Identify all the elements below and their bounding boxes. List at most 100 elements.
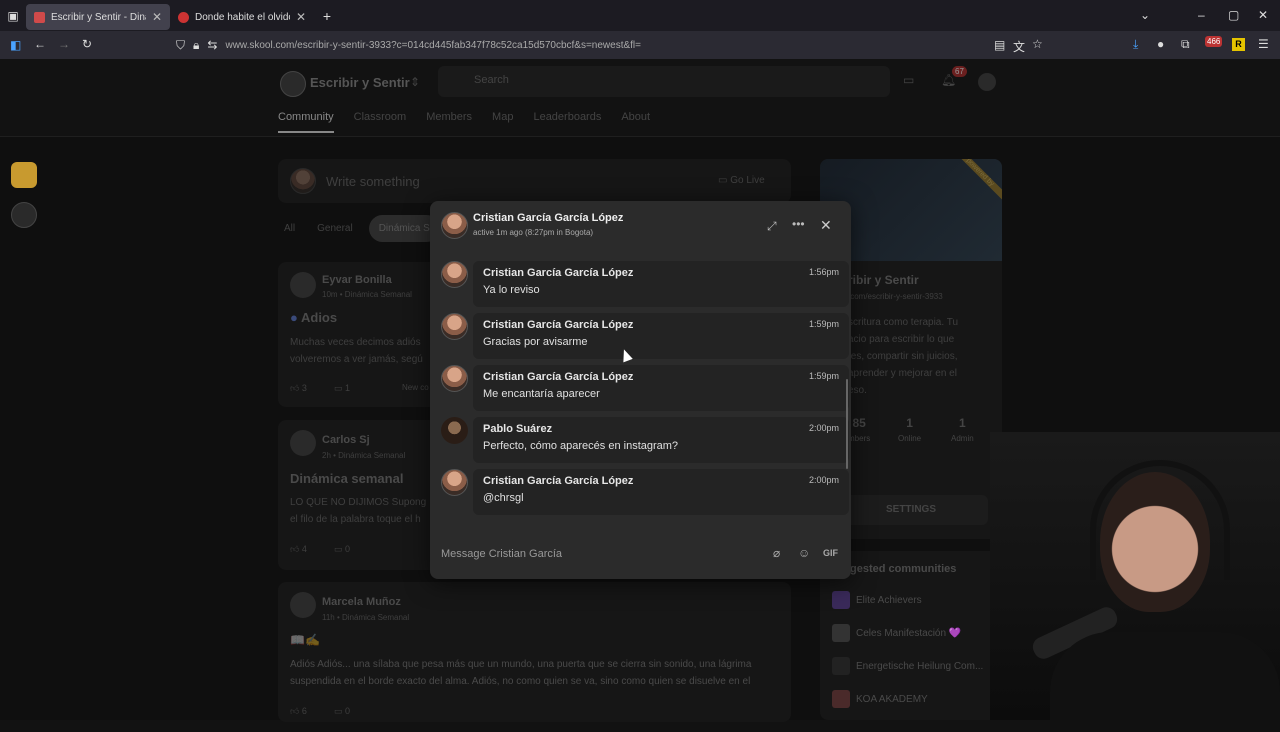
forward-icon[interactable]: → bbox=[58, 37, 70, 51]
menu-icon[interactable]: ☰ bbox=[1258, 37, 1269, 51]
tab-poema[interactable]: Donde habite el olvido - Poema ✕ bbox=[170, 4, 314, 30]
maximize-icon[interactable]: ▢ bbox=[1228, 8, 1239, 22]
extension-badge[interactable]: 466 bbox=[1205, 36, 1223, 47]
post-avatar[interactable] bbox=[290, 592, 316, 618]
community-name[interactable]: Escribir y Sentir bbox=[310, 75, 410, 90]
suggested-name: KOA AKADEMY bbox=[856, 693, 928, 705]
url-bar[interactable]: ⛉ 🔒︎ ⇆ www.skool.com/escribir-y-sentir-3… bbox=[176, 34, 1056, 56]
stat-members[interactable]: 85 mbers bbox=[848, 416, 870, 443]
sidebar-url[interactable]: .com/escribir-y-sentir-3933 bbox=[848, 292, 943, 301]
account-icon[interactable]: ● bbox=[1157, 37, 1164, 51]
like-button[interactable]: 👍︎ 4 bbox=[290, 544, 307, 555]
post-avatar[interactable] bbox=[290, 430, 316, 456]
bookmark-star-icon[interactable]: ☆ bbox=[1032, 37, 1043, 51]
extensions-icon[interactable]: ⧉ bbox=[1181, 37, 1190, 52]
message-time: 1:56pm bbox=[808, 267, 839, 277]
chat-user-name[interactable]: Cristian García García López bbox=[473, 212, 623, 224]
post-author[interactable]: Eyvar Bonilla bbox=[322, 274, 392, 286]
tab-about[interactable]: About bbox=[621, 111, 650, 133]
close-tab-icon[interactable]: ✕ bbox=[296, 10, 306, 24]
download-icon[interactable]: ⤓ bbox=[1133, 37, 1138, 52]
post-author[interactable]: Marcela Muñoz bbox=[322, 596, 401, 608]
message-avatar[interactable] bbox=[441, 313, 468, 340]
sidebar-description: scritura como terapia. Tu acio para escr… bbox=[848, 314, 958, 399]
message-avatar[interactable] bbox=[441, 261, 468, 288]
switch-community-icon[interactable]: ⇕ bbox=[410, 75, 420, 89]
message-author[interactable]: Cristian García García López bbox=[483, 371, 839, 383]
tab-list-icon[interactable]: ▣ bbox=[0, 9, 26, 23]
tab-members[interactable]: Members bbox=[426, 111, 472, 133]
message-author[interactable]: Cristian García García López bbox=[483, 319, 839, 331]
attachment-icon[interactable]: ⌀ bbox=[773, 546, 780, 560]
filter-general[interactable]: General bbox=[311, 215, 359, 242]
message-author[interactable]: Cristian García García López bbox=[483, 475, 839, 487]
browser-tab-bar: ▣ Escribir y Sentir - Dinámica Semanal ✕… bbox=[0, 0, 1280, 31]
close-tab-icon[interactable]: ✕ bbox=[152, 10, 162, 24]
close-window-icon[interactable]: ✕ bbox=[1258, 8, 1268, 22]
message-avatar[interactable] bbox=[441, 469, 468, 496]
new-tab-icon[interactable]: + bbox=[314, 8, 340, 24]
tab-community[interactable]: Community bbox=[278, 111, 334, 133]
url-text[interactable]: www.skool.com/escribir-y-sentir-3933?c=0… bbox=[225, 40, 641, 51]
back-icon[interactable]: ← bbox=[34, 37, 46, 51]
close-icon[interactable]: ✕ bbox=[820, 217, 832, 234]
community-switcher-2[interactable] bbox=[11, 202, 37, 228]
message-avatar[interactable] bbox=[441, 417, 468, 444]
emoji-icon[interactable]: ☺ bbox=[798, 546, 810, 560]
post-composer[interactable]: Write something ▭ Go Live bbox=[278, 159, 791, 203]
post-title[interactable]: Dinámica semanal bbox=[290, 471, 403, 486]
tab-skool[interactable]: Escribir y Sentir - Dinámica Semanal ✕ bbox=[26, 4, 170, 30]
suggested-item[interactable]: Elite Achievers bbox=[832, 591, 922, 609]
settings-button[interactable]: SETTINGS bbox=[834, 495, 988, 525]
comment-count: 0 bbox=[345, 706, 351, 716]
post-card[interactable]: Marcela Muñoz 11h • Dinámica Semanal 📖✍ … bbox=[278, 582, 791, 722]
more-options-icon[interactable]: ••• bbox=[792, 217, 805, 231]
community-thumb-icon bbox=[832, 624, 850, 642]
message-text: Me encantaría aparecer bbox=[483, 388, 600, 400]
message-avatar[interactable] bbox=[441, 365, 468, 392]
suggested-item[interactable]: KOA AKADEMY bbox=[832, 690, 928, 708]
suggested-name: Celes Manifestación 💜 bbox=[856, 627, 962, 639]
message-author[interactable]: Cristian García García López bbox=[483, 267, 839, 279]
chat-user-avatar[interactable] bbox=[441, 212, 468, 239]
community-switcher-1[interactable] bbox=[11, 162, 37, 188]
community-logo[interactable] bbox=[280, 71, 306, 97]
stat-admin[interactable]: 1 Admin bbox=[951, 416, 974, 443]
expand-icon[interactable]: ⤢ bbox=[767, 219, 777, 234]
sidebar-icon[interactable]: ◧ bbox=[10, 38, 21, 52]
scrollbar[interactable] bbox=[846, 379, 848, 469]
comment-button[interactable]: ▭ 1 bbox=[334, 383, 350, 394]
chat-icon[interactable]: ▭ bbox=[903, 73, 914, 87]
message-item: Pablo Suárez Perfecto, cómo aparecés en … bbox=[441, 417, 849, 463]
user-avatar[interactable] bbox=[978, 73, 996, 91]
stat-online[interactable]: 1 Online bbox=[898, 416, 921, 443]
tab-map[interactable]: Map bbox=[492, 111, 513, 133]
translate-icon[interactable]: 文 bbox=[1013, 38, 1025, 55]
message-list[interactable]: Cristian García García López Ya lo revis… bbox=[430, 249, 851, 531]
filter-all[interactable]: All bbox=[278, 215, 301, 242]
shield-icon[interactable]: ⛉ bbox=[176, 38, 185, 53]
comment-button[interactable]: ▭ 0 bbox=[334, 544, 350, 555]
comment-button[interactable]: ▭ 0 bbox=[334, 706, 350, 717]
minimize-icon[interactable]: – bbox=[1198, 8, 1205, 22]
desc-line: aprender y mejorar en el bbox=[848, 368, 957, 379]
like-button[interactable]: 👍︎ 6 bbox=[290, 706, 307, 717]
tab-leaderboards[interactable]: Leaderboards bbox=[533, 111, 601, 133]
post-title[interactable]: ● Adios bbox=[290, 310, 337, 325]
gif-button[interactable]: GIF bbox=[823, 548, 838, 558]
extension-r-icon[interactable]: R bbox=[1232, 38, 1245, 51]
reader-icon[interactable]: ▤ bbox=[994, 38, 1005, 52]
go-live-button[interactable]: ▭ Go Live bbox=[718, 175, 765, 186]
tab-overflow-chevron-icon[interactable]: ⌄ bbox=[1140, 8, 1150, 22]
post-avatar[interactable] bbox=[290, 272, 316, 298]
tab-classroom[interactable]: Classroom bbox=[354, 111, 407, 133]
permissions-icon[interactable]: ⇆ bbox=[207, 38, 217, 52]
like-button[interactable]: 👍︎ 3 bbox=[290, 383, 307, 394]
suggested-item[interactable]: Energetische Heilung Com... bbox=[832, 657, 983, 675]
post-author[interactable]: Carlos Sj bbox=[322, 434, 370, 446]
message-author[interactable]: Pablo Suárez bbox=[483, 423, 839, 435]
message-input[interactable]: Message Cristian García ⌀ ☺ GIF bbox=[430, 531, 851, 579]
search-input[interactable]: Search bbox=[438, 66, 890, 97]
suggested-item[interactable]: Celes Manifestación 💜 bbox=[832, 624, 961, 642]
reload-icon[interactable]: ↻ bbox=[82, 37, 92, 51]
